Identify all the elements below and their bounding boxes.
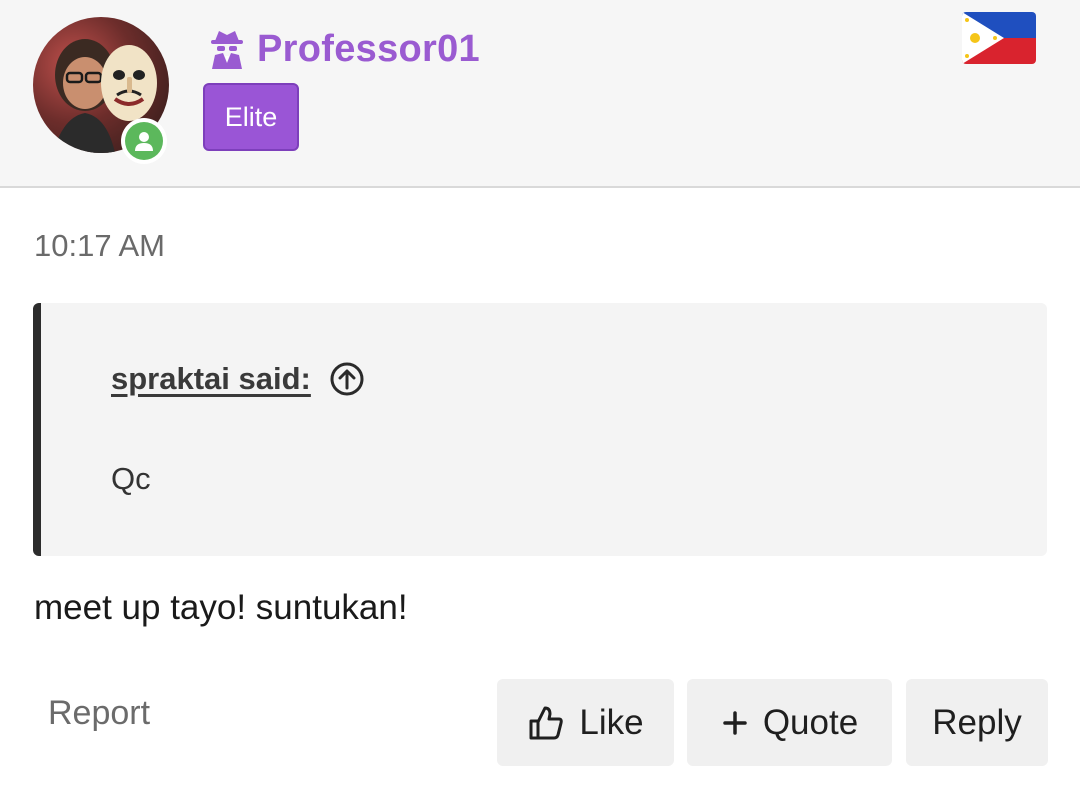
forum-post: Professor01 Elite 10:17 AM spraktai said… <box>0 0 1080 799</box>
user-online-icon <box>133 130 155 152</box>
arrow-up-circle-icon[interactable] <box>329 361 365 397</box>
username-row: Professor01 <box>209 26 480 72</box>
thumbs-up-icon <box>527 704 565 742</box>
post-header: Professor01 Elite <box>0 0 1080 188</box>
plus-icon <box>721 709 749 737</box>
post-message: meet up tayo! suntukan! <box>34 588 408 627</box>
quote-author-link[interactable]: spraktai said: <box>111 361 311 397</box>
quote-button[interactable]: Quote <box>687 679 892 766</box>
username-link[interactable]: Professor01 <box>257 28 480 71</box>
post-timestamp[interactable]: 10:17 AM <box>34 228 165 264</box>
quote-text: Qc <box>111 461 151 496</box>
spy-icon <box>209 29 245 69</box>
reply-label: Reply <box>932 702 1022 742</box>
quote-label: Quote <box>762 702 859 742</box>
quote-block: spraktai said: Qc <box>33 303 1047 556</box>
like-button[interactable]: Like <box>497 679 674 766</box>
user-rank-badge: Elite <box>203 83 299 151</box>
online-status-indicator <box>121 118 167 164</box>
reply-button[interactable]: Reply <box>906 679 1048 766</box>
quote-header: spraktai said: <box>111 361 365 397</box>
philippines-flag-icon <box>962 12 1036 64</box>
report-link[interactable]: Report <box>48 694 150 733</box>
like-label: Like <box>579 702 644 742</box>
